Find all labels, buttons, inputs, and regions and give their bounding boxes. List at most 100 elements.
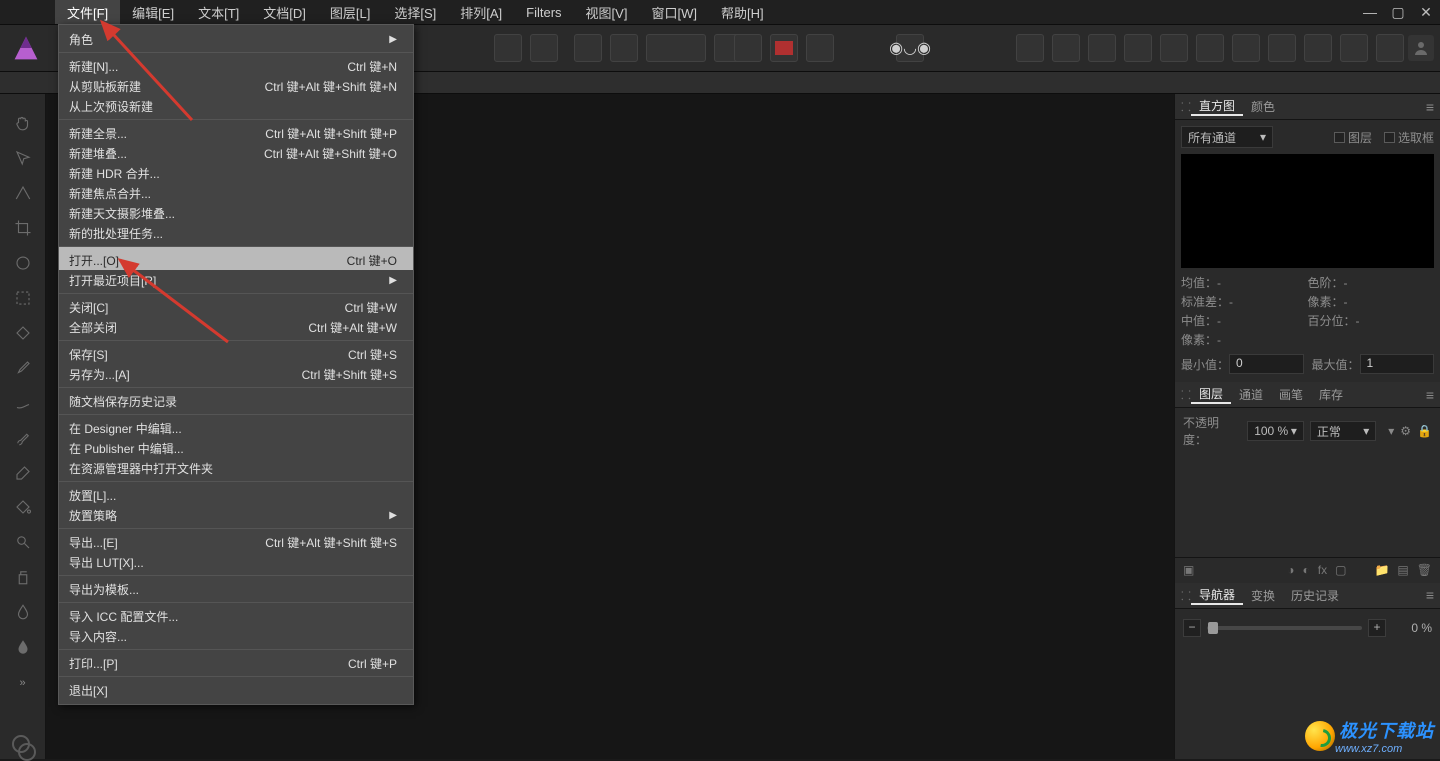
histogram-channel-dropdown[interactable]: 所有通道▾ xyxy=(1181,126,1273,148)
file-menu-item[interactable]: 打开...[O]Ctrl 键+O xyxy=(59,246,413,270)
adjustment-icon[interactable]: ◐ xyxy=(1303,563,1310,577)
menu-help[interactable]: 帮助[H] xyxy=(709,0,776,26)
toolbar-grid-button[interactable] xyxy=(530,34,558,62)
layer-group-icon[interactable]: ▣ xyxy=(1183,563,1194,577)
histogram-max-input[interactable]: 1 xyxy=(1360,354,1435,374)
tab-history[interactable]: 历史记录 xyxy=(1283,587,1347,604)
toolbar-btn-r11[interactable] xyxy=(1376,34,1404,62)
toolbar-assistant-button[interactable]: ◉◡◉ xyxy=(896,34,924,62)
window-close-icon[interactable]: ✕ xyxy=(1412,4,1440,21)
file-menu-item[interactable]: 新建焦点合并... xyxy=(59,183,413,203)
toolbar-color-swatch[interactable] xyxy=(770,34,798,62)
file-menu-item[interactable]: 新建全景...Ctrl 键+Alt 键+Shift 键+P xyxy=(59,119,413,143)
selection-brush-icon[interactable] xyxy=(8,252,38,275)
file-menu-item[interactable]: 放置策略▶ xyxy=(59,505,413,525)
file-menu-item[interactable]: 随文档保存历史记录 xyxy=(59,387,413,411)
hand-tool-icon[interactable] xyxy=(8,112,38,135)
tab-transform[interactable]: 变换 xyxy=(1243,587,1283,604)
menu-layer[interactable]: 图层[L] xyxy=(318,0,382,26)
tab-histogram[interactable]: 直方图 xyxy=(1191,97,1243,116)
file-menu-item[interactable]: 全部关闭Ctrl 键+Alt 键+W xyxy=(59,317,413,337)
toolbar-swatch-dropdown[interactable] xyxy=(646,34,706,62)
toolbar-btn-r6[interactable] xyxy=(1196,34,1224,62)
account-avatar-icon[interactable] xyxy=(1408,35,1434,61)
marquee-tool-icon[interactable] xyxy=(8,287,38,310)
file-menu-item[interactable]: 从剪贴板新建Ctrl 键+Alt 键+Shift 键+N xyxy=(59,76,413,96)
file-menu-item[interactable]: 打开最近项目[R]▶ xyxy=(59,270,413,290)
window-maximize-icon[interactable]: ▢ xyxy=(1384,4,1412,21)
window-minimize-icon[interactable]: — xyxy=(1356,4,1384,20)
toolbar-btn-r3[interactable] xyxy=(1088,34,1116,62)
folder-icon[interactable]: 📁 xyxy=(1374,563,1389,577)
toolbar-btn-d[interactable] xyxy=(734,34,762,62)
zoom-slider[interactable] xyxy=(1207,626,1362,630)
blur-tool-icon[interactable] xyxy=(8,601,38,624)
menu-select[interactable]: 选择[S] xyxy=(382,0,448,26)
zoom-out-button[interactable]: − xyxy=(1183,619,1201,637)
color-picker-icon[interactable] xyxy=(8,356,38,379)
erase-tool-icon[interactable] xyxy=(8,461,38,484)
mask-icon[interactable]: ◑ xyxy=(1287,563,1294,577)
panel-grip-icon[interactable]: ⸬ xyxy=(1181,587,1187,604)
toolbar-btn-r2[interactable] xyxy=(1052,34,1080,62)
file-menu-item[interactable]: 另存为...[A]Ctrl 键+Shift 键+S xyxy=(59,364,413,384)
fx-icon[interactable]: fx xyxy=(1318,563,1327,577)
opacity-dropdown[interactable]: 100 %▾ xyxy=(1247,421,1304,441)
tab-navigator[interactable]: 导航器 xyxy=(1191,586,1243,605)
file-menu-item[interactable]: 在 Designer 中编辑... xyxy=(59,414,413,438)
panel-grip-icon[interactable]: ⸬ xyxy=(1181,98,1187,115)
tab-color[interactable]: 颜色 xyxy=(1243,98,1283,115)
file-menu-item[interactable]: 新建堆叠...Ctrl 键+Alt 键+Shift 键+O xyxy=(59,143,413,163)
gear-icon[interactable]: ⚙ xyxy=(1400,424,1411,438)
toolbar-btn-r10[interactable] xyxy=(1340,34,1368,62)
lock-icon[interactable]: 🔒 xyxy=(1417,424,1432,438)
toolbar-btn-e[interactable] xyxy=(806,34,834,62)
menu-arrange[interactable]: 排列[A] xyxy=(448,0,514,26)
panel-menu-icon[interactable]: ≡ xyxy=(1426,99,1434,115)
toolbar-btn-r1[interactable] xyxy=(1016,34,1044,62)
flood-select-icon[interactable] xyxy=(8,321,38,344)
file-menu-item[interactable]: 在 Publisher 中编辑... xyxy=(59,438,413,458)
file-menu-item[interactable]: 导出 LUT[X]... xyxy=(59,552,413,572)
tab-channels[interactable]: 通道 xyxy=(1231,386,1271,403)
toolbar-btn-r8[interactable] xyxy=(1268,34,1296,62)
toolbar-btn-b[interactable] xyxy=(610,34,638,62)
blendmode-dropdown[interactable]: 正常▾ xyxy=(1310,421,1376,441)
healing-brush-icon[interactable] xyxy=(8,391,38,414)
file-menu-item[interactable]: 新建天文摄影堆叠... xyxy=(59,203,413,223)
file-menu-item[interactable]: 新建 HDR 合并... xyxy=(59,163,413,183)
tab-stock[interactable]: 库存 xyxy=(1311,386,1351,403)
file-menu-item[interactable]: 在资源管理器中打开文件夹 xyxy=(59,458,413,478)
file-menu-item[interactable]: 新的批处理任务... xyxy=(59,223,413,243)
file-menu-item[interactable]: 保存[S]Ctrl 键+S xyxy=(59,340,413,364)
menu-document[interactable]: 文档[D] xyxy=(251,0,318,26)
tab-layers[interactable]: 图层 xyxy=(1191,385,1231,404)
histogram-marquee-checkbox[interactable]: 选取框 xyxy=(1384,129,1434,146)
dodge-tool-icon[interactable] xyxy=(8,531,38,554)
file-menu-item[interactable]: 导入 ICC 配置文件... xyxy=(59,602,413,626)
delete-layer-icon[interactable]: 🗑 xyxy=(1417,563,1432,577)
file-menu-item[interactable]: 关闭[C]Ctrl 键+W xyxy=(59,293,413,317)
add-layer-icon[interactable]: ▤ xyxy=(1397,563,1408,577)
toolbar-btn-r4[interactable] xyxy=(1124,34,1152,62)
crop-layer-icon[interactable]: ▢ xyxy=(1335,563,1346,577)
file-menu-item[interactable]: 打印...[P]Ctrl 键+P xyxy=(59,649,413,673)
smudge-tool-icon[interactable] xyxy=(8,636,38,659)
panel-grip-icon[interactable]: ⸬ xyxy=(1181,386,1187,403)
blend-options-icon[interactable]: ▾ xyxy=(1388,424,1394,438)
toolbar-btn-r5[interactable] xyxy=(1160,34,1188,62)
menu-file[interactable]: 文件[F] xyxy=(55,0,120,26)
panel-menu-icon[interactable]: ≡ xyxy=(1426,587,1434,603)
tab-brushes[interactable]: 画笔 xyxy=(1271,386,1311,403)
paint-brush-icon[interactable] xyxy=(8,426,38,449)
menu-view[interactable]: 视图[V] xyxy=(574,0,640,26)
view-tool-icon[interactable] xyxy=(8,182,38,205)
menu-text[interactable]: 文本[T] xyxy=(186,0,251,26)
file-menu-item[interactable]: 放置[L]... xyxy=(59,481,413,505)
file-menu-item[interactable]: 导出...[E]Ctrl 键+Alt 键+Shift 键+S xyxy=(59,528,413,552)
move-tool-icon[interactable] xyxy=(8,147,38,170)
file-menu-item[interactable]: 角色▶ xyxy=(59,29,413,49)
crop-tool-icon[interactable] xyxy=(8,217,38,240)
layers-list[interactable] xyxy=(1175,454,1440,557)
toolstrip-expand-icon[interactable]: » xyxy=(19,677,25,689)
